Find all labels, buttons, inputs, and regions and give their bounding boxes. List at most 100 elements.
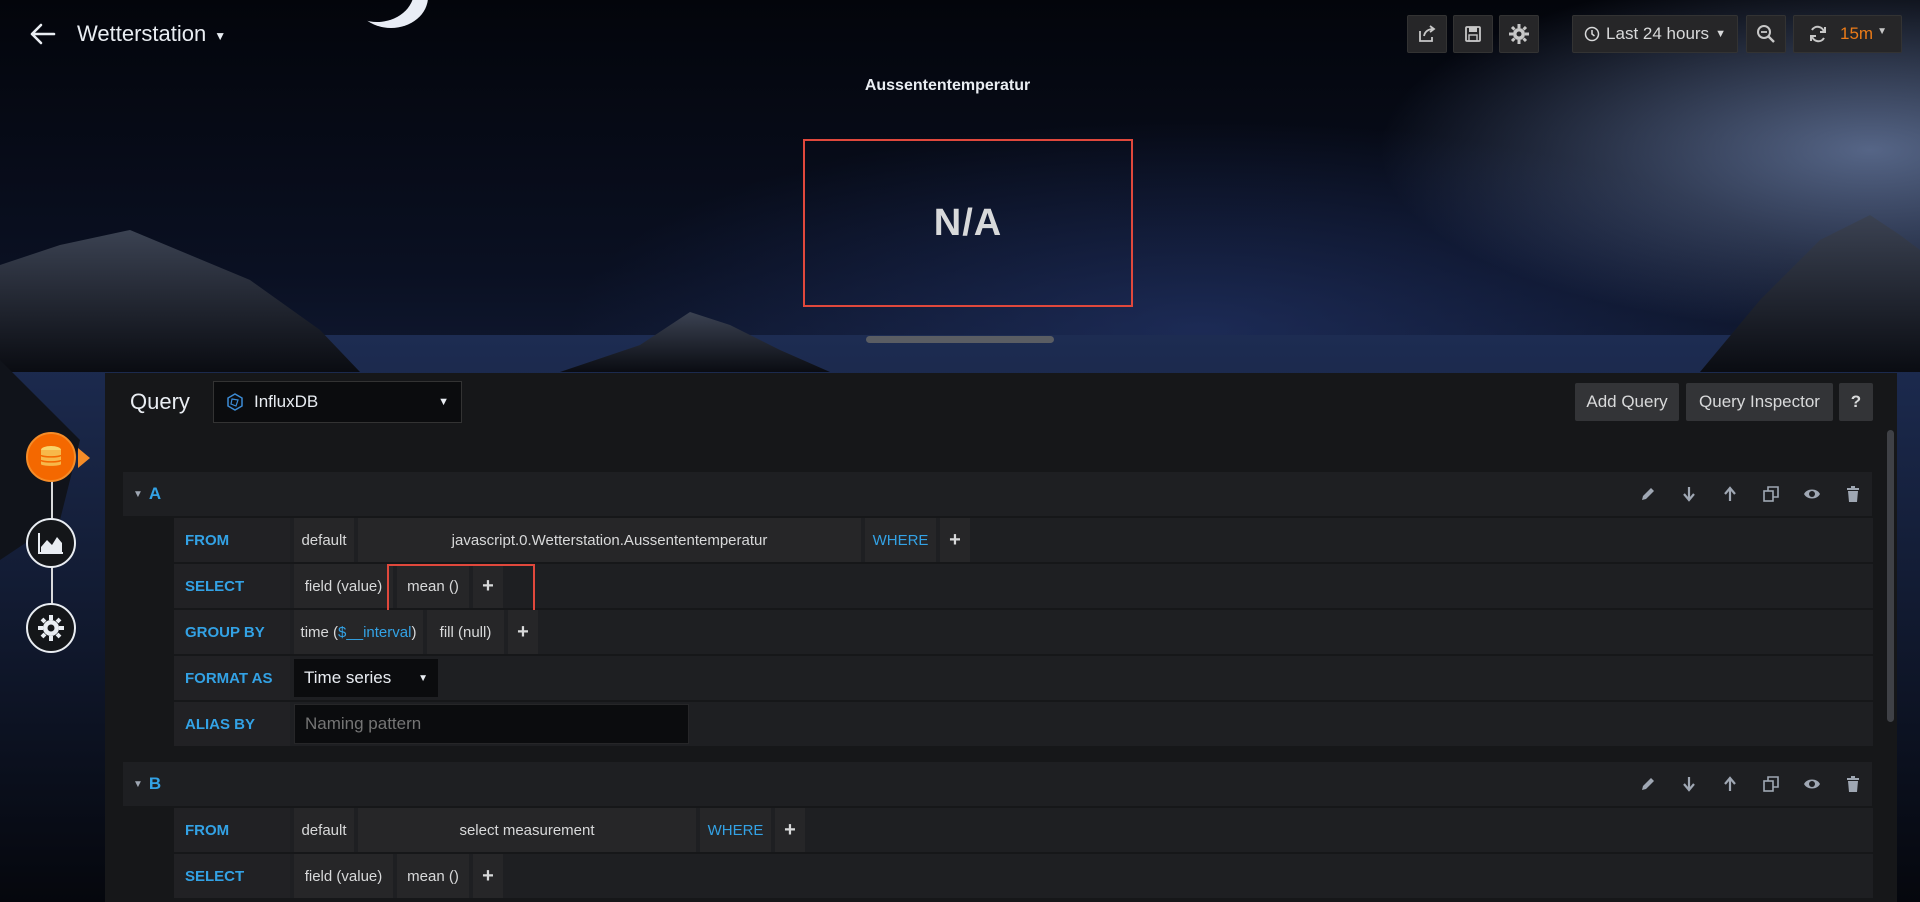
caret-down-icon: ▼	[438, 396, 449, 408]
group-time-variable: $__interval	[338, 623, 412, 641]
add-group-by-button[interactable]: +	[508, 610, 538, 654]
refresh-interval-label: 15m	[1840, 24, 1874, 43]
query-row-header-b: ▼ B	[123, 762, 1872, 806]
aggregation-segment[interactable]: mean ()	[397, 854, 469, 898]
add-select-part-button[interactable]: +	[473, 854, 503, 898]
dashboard-title: Wetterstation	[77, 21, 207, 46]
help-button[interactable]: ?	[1839, 383, 1873, 421]
duplicate-icon[interactable]	[1759, 483, 1782, 506]
clock-icon	[1584, 26, 1600, 42]
zoom-out-button[interactable]	[1746, 15, 1786, 53]
database-icon	[40, 446, 62, 466]
from-row-b: FROM default select measurement WHERE +	[174, 808, 1873, 852]
where-keyword[interactable]: WHERE	[865, 518, 936, 562]
format-value: Time series	[304, 668, 392, 687]
move-down-icon[interactable]	[1677, 773, 1700, 796]
format-as-row-a: FORMAT AS Time series ▼	[174, 656, 1873, 700]
fill-segment[interactable]: fill (null)	[427, 610, 504, 654]
format-as-keyword: FORMAT AS	[174, 656, 290, 700]
caret-down-icon: ▼	[214, 29, 227, 43]
trash-icon[interactable]	[1841, 773, 1864, 796]
query-ref-b[interactable]: ▼ B	[133, 774, 161, 794]
aggregation-segment[interactable]: mean ()	[397, 564, 469, 608]
eye-icon[interactable]	[1800, 483, 1823, 506]
query-inspector-button[interactable]: Query Inspector	[1686, 383, 1833, 421]
from-keyword: FROM	[174, 808, 290, 852]
measurement-segment[interactable]: select measurement	[358, 808, 696, 852]
zoom-out-icon	[1757, 25, 1775, 43]
arrow-left-icon	[30, 23, 56, 45]
select-keyword: SELECT	[174, 854, 290, 898]
select-keyword: SELECT	[174, 564, 290, 608]
time-range-label: Last 24 hours	[1606, 24, 1710, 43]
share-button[interactable]	[1407, 15, 1447, 53]
duplicate-icon[interactable]	[1759, 773, 1782, 796]
where-keyword[interactable]: WHERE	[700, 808, 771, 852]
cog-wrench-icon	[38, 615, 64, 641]
dashboard-settings-button[interactable]	[1499, 15, 1539, 53]
query-row-header-a: ▼ A	[123, 472, 1872, 516]
refresh-icon	[1810, 25, 1826, 43]
from-row-a: FROM default javascript.0.Wetterstation.…	[174, 518, 1873, 562]
select-row-a: SELECT field (value) mean () +	[174, 564, 1873, 608]
alias-input[interactable]	[294, 704, 689, 744]
save-icon	[1465, 26, 1481, 42]
panel-value-highlight: N/A	[803, 139, 1133, 307]
active-tab-pointer	[78, 448, 90, 468]
datasource-name: InfluxDB	[254, 392, 319, 411]
group-time-suffix: )	[411, 623, 417, 641]
group-by-row-a: GROUP BY time ($__interval) fill (null) …	[174, 610, 1873, 654]
field-segment[interactable]: field (value)	[294, 564, 393, 608]
policy-segment[interactable]: default	[294, 808, 354, 852]
share-icon	[1419, 25, 1436, 42]
back-button[interactable]	[24, 18, 60, 50]
general-settings-tab-button[interactable]	[26, 603, 76, 653]
visualization-tab-button[interactable]	[26, 518, 76, 568]
add-select-part-button[interactable]: +	[473, 564, 503, 608]
editor-scrollbar[interactable]	[1887, 430, 1894, 722]
influxdb-icon	[227, 393, 243, 411]
add-query-button[interactable]: Add Query	[1575, 383, 1679, 421]
group-time-segment[interactable]: time ($__interval)	[294, 610, 423, 654]
refresh-button[interactable]: 15m ▼	[1793, 15, 1902, 53]
edit-pencil-icon[interactable]	[1636, 483, 1659, 506]
query-ref-a[interactable]: ▼ A	[133, 484, 161, 504]
eye-icon[interactable]	[1800, 773, 1823, 796]
queries-tab-button[interactable]	[26, 432, 76, 482]
select-row-b: SELECT field (value) mean () +	[174, 854, 1873, 898]
move-up-icon[interactable]	[1718, 483, 1741, 506]
from-keyword: FROM	[174, 518, 290, 562]
measurement-segment[interactable]: javascript.0.Wetterstation.Aussententemp…	[358, 518, 861, 562]
move-up-icon[interactable]	[1718, 773, 1741, 796]
group-by-keyword: GROUP BY	[174, 610, 290, 654]
panel-resize-handle[interactable]	[866, 336, 1054, 343]
caret-down-icon: ▼	[1877, 25, 1887, 37]
trash-icon[interactable]	[1841, 483, 1864, 506]
query-ref-label: B	[148, 774, 162, 793]
dashboard-title-picker[interactable]: Wetterstation ▼	[77, 21, 226, 47]
collapse-caret-icon: ▼	[133, 778, 143, 790]
chart-area-icon	[38, 533, 63, 554]
singlestat-value: N/A	[933, 201, 1003, 244]
add-where-button[interactable]: +	[775, 808, 805, 852]
caret-down-icon: ▼	[418, 672, 428, 684]
move-down-icon[interactable]	[1677, 483, 1700, 506]
query-section-title: Query	[130, 389, 190, 414]
add-where-button[interactable]: +	[940, 518, 970, 562]
query-actions	[1636, 472, 1864, 516]
alias-by-row-a: ALIAS BY	[174, 702, 1873, 746]
gear-icon	[1509, 24, 1529, 44]
query-ref-label: A	[148, 484, 162, 503]
save-dashboard-button[interactable]	[1453, 15, 1493, 53]
format-select[interactable]: Time series ▼	[294, 659, 438, 697]
collapse-caret-icon: ▼	[133, 488, 143, 500]
panel-title: Aussententemperatur	[864, 77, 1031, 94]
policy-segment[interactable]: default	[294, 518, 354, 562]
caret-down-icon: ▼	[1715, 28, 1726, 40]
edit-pencil-icon[interactable]	[1636, 773, 1659, 796]
group-time-prefix: time (	[300, 623, 339, 641]
field-segment[interactable]: field (value)	[294, 854, 393, 898]
time-range-picker[interactable]: Last 24 hours ▼	[1572, 15, 1738, 53]
query-actions	[1636, 762, 1864, 806]
datasource-picker[interactable]: InfluxDB ▼	[213, 381, 462, 423]
